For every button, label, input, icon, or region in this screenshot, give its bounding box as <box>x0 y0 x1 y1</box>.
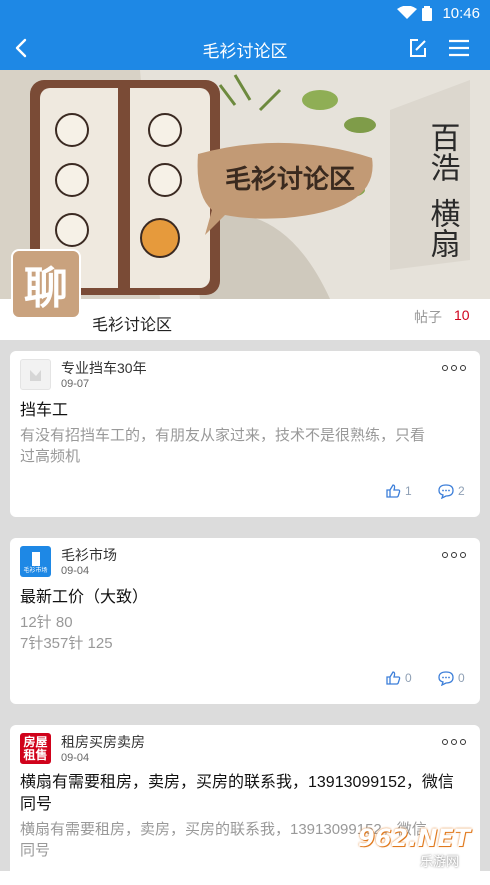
post-date: 09-04 <box>61 565 90 577</box>
post-card[interactable]: 专业挡车30年 09-07 挡车工 有没有招挡车工的，有朋友从家过来，技术不是很… <box>10 351 480 517</box>
post-body[interactable]: 12针 80 7针357针 125 <box>20 612 113 654</box>
edit-post-icon[interactable] <box>406 36 430 60</box>
author-avatar[interactable]: 毛衫市场 <box>20 546 51 577</box>
more-options-icon[interactable] <box>442 365 466 371</box>
post-title[interactable]: 最新工价（大致） <box>20 587 148 609</box>
comment-count: 2 <box>458 484 465 498</box>
forum-logo: 聊 <box>11 249 81 319</box>
more-options-icon[interactable] <box>442 739 466 745</box>
post-date: 09-07 <box>61 378 90 390</box>
author-avatar[interactable] <box>20 359 51 390</box>
comment-button[interactable]: 0 <box>438 670 465 686</box>
image-placeholder-icon <box>30 370 41 381</box>
comment-icon <box>438 484 454 499</box>
post-count: 10 <box>454 307 470 323</box>
sweater-logo-icon <box>31 552 40 566</box>
watermark-sub: 乐游网 <box>420 854 460 869</box>
banner-side-text-1: 百浩 <box>425 122 460 182</box>
banner-side-text-2: 横扇 <box>425 198 461 258</box>
watermark-brand: 962.NET <box>358 824 471 852</box>
site-watermark: 962.NET 乐游网 <box>358 824 484 869</box>
more-options-icon[interactable] <box>442 552 466 558</box>
like-count: 0 <box>405 671 412 685</box>
thumbs-up-icon <box>386 671 401 685</box>
post-count-label: 帖子 <box>414 309 442 325</box>
menu-icon[interactable] <box>446 36 472 60</box>
app-bar: 毛衫讨论区 <box>0 26 490 70</box>
wifi-icon <box>397 6 417 19</box>
post-author[interactable]: 毛衫市场 <box>61 545 117 565</box>
banner-bubble-text: 毛衫讨论区 <box>225 165 355 195</box>
like-button[interactable]: 0 <box>385 670 412 686</box>
post-date: 09-04 <box>61 752 90 764</box>
forum-name: 毛衫讨论区 <box>92 317 173 334</box>
comment-icon <box>438 671 454 686</box>
avatar-caption: 毛衫市场 <box>23 568 48 574</box>
battery-icon <box>422 6 432 21</box>
like-count: 1 <box>405 484 412 498</box>
like-button[interactable]: 1 <box>385 483 412 499</box>
thumbs-up-icon <box>386 484 401 498</box>
post-feed: 专业挡车30年 09-07 挡车工 有没有招挡车工的，有朋友从家过来，技术不是很… <box>0 340 490 885</box>
comment-button[interactable]: 2 <box>438 483 465 499</box>
comment-count: 0 <box>458 671 465 685</box>
post-title[interactable]: 横扇有需要租房，卖房，买房的联系我，13913099152，微信 同号 <box>20 772 454 816</box>
status-icons <box>397 6 432 21</box>
post-title[interactable]: 挡车工 <box>20 400 68 422</box>
post-card[interactable]: 毛衫市场 毛衫市场 09-04 最新工价（大致） 12针 80 7针357针 1… <box>10 538 480 704</box>
post-author[interactable]: 专业挡车30年 <box>61 358 147 378</box>
post-body[interactable]: 有没有招挡车工的，有朋友从家过来，技术不是很熟练，只看 过高频机 <box>20 425 425 467</box>
post-author[interactable]: 租房买房卖房 <box>61 732 145 752</box>
status-time: 10:46 <box>442 5 480 22</box>
author-avatar[interactable]: 房屋 租售 <box>20 733 51 764</box>
status-bar: 10:46 <box>0 0 490 26</box>
